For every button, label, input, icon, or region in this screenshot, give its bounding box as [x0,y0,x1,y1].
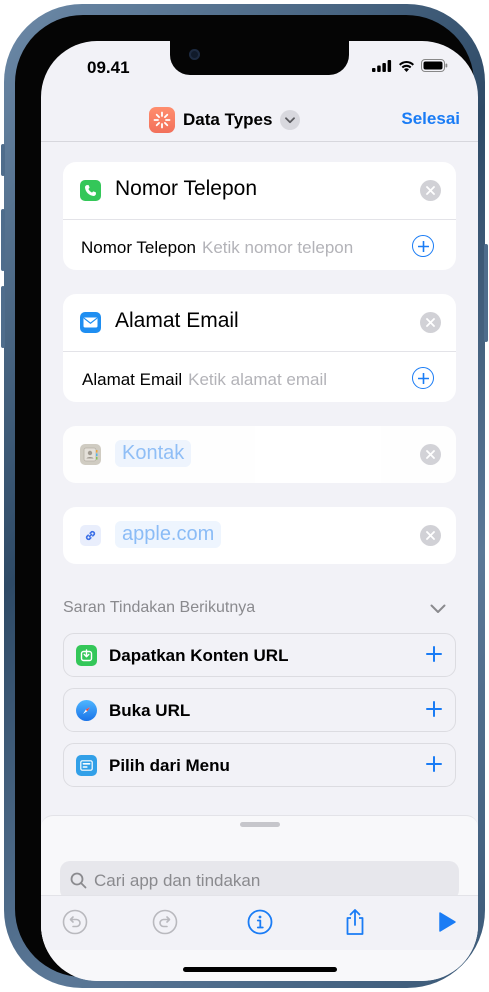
suggestion-choose-from-menu[interactable]: Pilih dari Menu [63,743,456,787]
plus-icon [417,240,429,252]
wifi-icon [399,60,414,72]
notch [170,41,349,75]
url-action-card[interactable]: apple.com [63,507,456,564]
action-button [1,144,5,176]
param-label: Alamat Email [82,370,183,389]
title-menu-chevron[interactable] [280,110,301,130]
info-button[interactable] [246,908,274,936]
add-suggestion-button[interactable] [425,645,443,668]
plus-icon [426,756,442,772]
battery-icon [421,59,448,72]
remove-action-button[interactable] [420,180,441,201]
param-placeholder: Ketik alamat email [188,370,328,389]
download-icon [76,645,97,666]
play-icon [439,912,456,932]
contacts-icon [80,444,101,465]
shortcut-icon[interactable] [149,107,175,133]
chevron-down-icon [285,116,296,123]
add-suggestion-button[interactable] [425,700,443,723]
share-icon [346,909,364,935]
suggestion-label: Pilih dari Menu [109,756,230,775]
mail-icon [80,312,101,333]
side-button [484,244,488,342]
link-icon [80,525,101,546]
contacts-action-card[interactable]: Kontak [63,426,456,483]
menu-icon [76,755,97,776]
redo-button[interactable] [151,908,179,936]
url-variable-token[interactable]: apple.com [115,521,222,548]
phone-number-field[interactable]: Nomor Telepon Ketik nomor telepon [81,238,353,258]
share-button[interactable] [341,908,369,936]
suggestion-get-url-contents[interactable]: Dapatkan Konten URL [63,633,456,677]
chevron-down-icon [430,604,446,613]
card-header: Nomor Telepon [63,162,456,219]
suggestions-header: Saran Tindakan Berikutnya [63,599,256,616]
card-title: Nomor Telepon [115,177,258,200]
suggestion-label: Buka URL [109,701,191,720]
signal-icon [372,59,392,72]
add-email-address-button[interactable] [412,367,434,389]
param-label: Nomor Telepon [81,238,196,257]
collapse-suggestions-button[interactable] [430,601,446,619]
done-button[interactable]: Selesai [401,109,460,129]
phone-number-action-card[interactable]: Nomor Telepon Nomor Telepon Ketik nomor t… [63,162,456,270]
sparkle-icon [153,111,171,129]
volume-up-button [1,209,5,271]
remove-action-button[interactable] [420,312,441,333]
suggestion-label: Dapatkan Konten URL [109,646,289,665]
card-header: Alamat Email [63,294,456,351]
undo-icon [62,909,88,935]
remove-action-button[interactable] [420,444,441,465]
plus-icon [426,646,442,662]
volume-down-button [1,286,5,348]
add-suggestion-button[interactable] [425,755,443,778]
compass-icon [76,700,97,721]
search-placeholder: Cari app dan tindakan [94,871,261,890]
bezel: 09.41 Data Types Selesai Nomor Telepon N… [15,15,478,981]
sheet-grabber[interactable] [240,822,280,827]
screen: 09.41 Data Types Selesai Nomor Telepon N… [41,41,478,981]
status-time: 09.41 [87,58,130,77]
phone-icon [80,180,101,201]
nav-bar: Data Types Selesai [41,101,478,141]
search-icon [70,872,87,889]
card-title: Alamat Email [115,309,239,332]
plus-icon [426,701,442,717]
shortcut-title-menu[interactable]: Data Types [149,107,301,133]
undo-button[interactable] [61,908,89,936]
close-icon [426,531,435,540]
home-indicator[interactable] [183,967,337,972]
redo-icon [152,909,178,935]
close-icon [426,450,435,459]
close-icon [426,318,435,327]
run-button[interactable] [433,908,461,936]
email-address-field[interactable]: Alamat Email Ketik alamat email [82,370,327,390]
info-icon [247,909,273,935]
status-icons [372,59,448,72]
close-icon [426,186,435,195]
front-camera [189,49,200,60]
contacts-variable-token[interactable]: Kontak [115,440,192,467]
param-placeholder: Ketik nomor telepon [201,238,354,257]
card-divider [63,219,456,220]
nav-divider [41,141,478,142]
email-address-action-card[interactable]: Alamat Email Alamat Email Ketik alamat em… [63,294,456,402]
suggestion-open-url[interactable]: Buka URL [63,688,456,732]
remove-action-button[interactable] [420,525,441,546]
editor-toolbar [41,895,478,950]
plus-icon [417,372,429,384]
device-frame: 09.41 Data Types Selesai Nomor Telepon N… [1,4,488,988]
page-title: Data Types [183,110,273,129]
card-divider [63,351,456,352]
add-phone-number-button[interactable] [412,235,434,257]
